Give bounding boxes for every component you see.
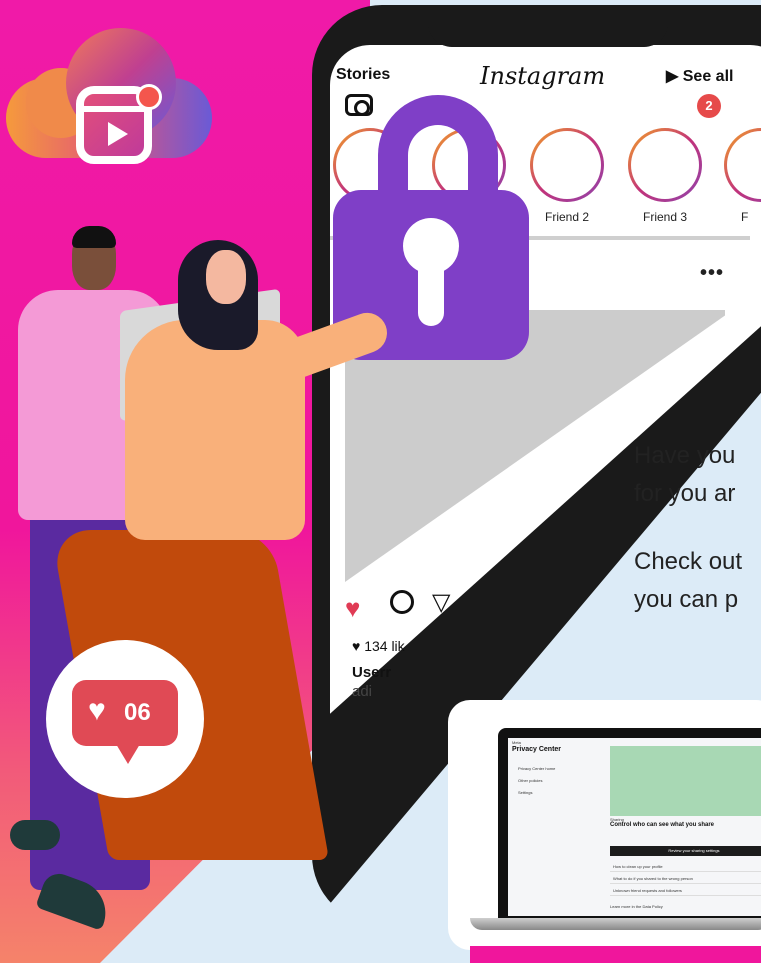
likes-count: ♥ 134 lik <box>352 638 405 654</box>
review-settings-button[interactable]: Review your sharing settings <box>610 846 761 856</box>
nav-item[interactable]: Other policies <box>518 778 542 783</box>
more-options-icon[interactable]: ••• <box>700 262 724 285</box>
like-heart-icon[interactable]: ♥ <box>345 593 360 624</box>
comment-icon[interactable] <box>390 590 414 614</box>
stories-label: Stories <box>336 66 391 83</box>
story-friend-name: F <box>741 210 749 224</box>
notification-dot <box>136 84 162 110</box>
cloud-reels-icon <box>6 28 212 164</box>
nav-item[interactable]: Privacy Center home <box>518 766 555 771</box>
see-all-link[interactable]: ▶ See all <box>666 66 733 86</box>
story-ring[interactable] <box>530 128 604 202</box>
post-caption: adi <box>352 683 373 700</box>
send-icon[interactable]: ▽ <box>432 588 450 617</box>
illustration: Stories Instagram ▶ See all 2 Friend 2 F… <box>0 0 761 963</box>
notification-badge: 2 <box>697 94 721 118</box>
promo-text-line: for you ar <box>634 480 736 507</box>
like-count: 06 <box>124 699 151 726</box>
nav-item[interactable]: Settings <box>518 790 532 795</box>
banner-illustration <box>610 746 761 816</box>
promo-text-line: you can p <box>634 586 739 613</box>
data-policy-link[interactable]: Learn more in the Data Policy <box>610 904 663 909</box>
privacy-center-title: Privacy Center <box>512 746 562 753</box>
topic-row[interactable]: What to do if you shared to the wrong pe… <box>610 874 761 884</box>
topic-row[interactable]: Unknown friend requests and followers <box>610 886 761 896</box>
promo-text-line: Have you <box>634 442 736 469</box>
laptop-base <box>470 918 761 930</box>
camera-icon[interactable] <box>345 94 373 116</box>
post-username: Userr <box>352 664 392 681</box>
story-friend-name: Friend 3 <box>643 210 688 224</box>
instagram-logo: Instagram <box>480 62 606 90</box>
promo-text-line: Check out <box>634 548 743 575</box>
phone-notch <box>428 5 668 47</box>
story-ring[interactable] <box>628 128 702 202</box>
keyhole-stem <box>418 250 444 326</box>
man-hair <box>72 226 116 248</box>
story-friend-name: Friend 2 <box>545 210 590 224</box>
section-heading: Control who can see what you share <box>610 822 715 828</box>
shoe <box>10 820 60 850</box>
topic-row[interactable]: How to clean up your profile <box>610 862 761 872</box>
woman-face <box>206 250 246 304</box>
meta-brand: Meta <box>512 740 521 745</box>
privacy-center-screen: Meta Privacy Center Privacy Center home … <box>508 738 761 916</box>
heart-icon: ♥ <box>88 694 106 727</box>
like-bubble-tail <box>116 744 140 764</box>
bottom-accent-bar <box>470 946 761 963</box>
